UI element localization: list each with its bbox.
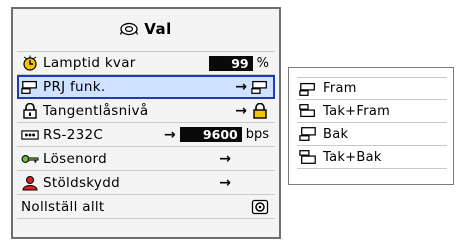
reset-icon [251,199,269,215]
rs232c-unit: bps [245,127,269,142]
anti-theft-icon [21,175,39,191]
rs232c-baud-value: 9600 [179,127,242,142]
rs232c-icon [21,127,39,143]
menu-item-rs232c[interactable]: RS-232C → 9600 bps [17,123,275,147]
keylock-status-icon [251,102,269,119]
menu-item-label: Nollställ allt [21,198,105,215]
menu-item-label: Lamptid kvar [43,55,136,71]
menu-item-keylock-level[interactable]: Tangentlåsnivå → [17,99,275,123]
submenu-item-label: Fram [323,81,357,96]
submenu-arrow: → [219,174,231,191]
lamp-timer-unit: % [256,55,269,71]
submenu-item-rear[interactable]: Bak [297,123,447,146]
keylock-icon [21,102,39,119]
submenu-item-label: Bak [323,126,349,142]
options-menu-list: Lamptid kvar 99 % PRJ funk. → Tangentlås… [17,51,275,219]
ceiling-rear-icon [299,149,317,165]
prj-mode-submenu: Fram Tak+Fram Bak Tak+Bak [288,67,454,185]
menu-header: Val [13,9,279,49]
lamp-timer-value-group: 99 % [208,55,269,71]
menu-item-reset-all[interactable]: Nollställ allt [17,195,275,219]
submenu-arrow: → [235,102,247,119]
menu-title: Val [144,20,172,38]
submenu-arrow: → [219,150,231,167]
menu-item-label: Stöldskydd [43,174,120,191]
projection-mode-icon [21,79,39,95]
menu-item-label: RS-232C [43,126,104,143]
menu-item-lamp-timer[interactable]: Lamptid kvar 99 % [17,51,275,75]
password-value-group: → [219,151,269,167]
menu-item-label: Lösenord [43,150,107,167]
rear-projection-icon [299,126,317,142]
submenu-item-ceiling-rear[interactable]: Tak+Bak [297,146,447,169]
key-icon [21,151,39,167]
menu-item-anti-theft[interactable]: Stöldskydd → [17,171,275,195]
rs232c-value-group: → 9600 bps [164,127,269,143]
front-projection-icon [251,79,269,95]
reset-value-group [251,199,269,215]
lamp-timer-value: 99 [208,55,253,71]
submenu-item-front[interactable]: Fram [297,77,447,100]
submenu-arrow: → [235,78,247,95]
submenu-item-label: Tak+Fram [323,103,391,119]
menu-item-label: Tangentlåsnivå [43,102,149,119]
keylock-value-group: → [235,102,269,119]
submenu-item-ceiling-front[interactable]: Tak+Fram [297,100,447,123]
options-icon [120,21,139,37]
front-projection-icon [299,81,317,97]
prj-mode-options-list: Fram Tak+Fram Bak Tak+Bak [297,77,447,169]
menu-item-label: PRJ funk. [43,78,106,95]
menu-item-password[interactable]: Lösenord → [17,147,275,171]
menu-item-prj-mode[interactable]: PRJ funk. → [17,75,275,99]
prj-mode-value-group: → [235,79,269,95]
submenu-arrow: → [163,126,176,143]
lamp-timer-icon [21,55,39,71]
options-menu-window: Val Lamptid kvar 99 % PRJ funk. → Tangen… [11,7,281,239]
anti-theft-value-group: → [219,175,269,191]
submenu-item-label: Tak+Bak [323,149,382,165]
ceiling-front-icon [299,103,317,119]
